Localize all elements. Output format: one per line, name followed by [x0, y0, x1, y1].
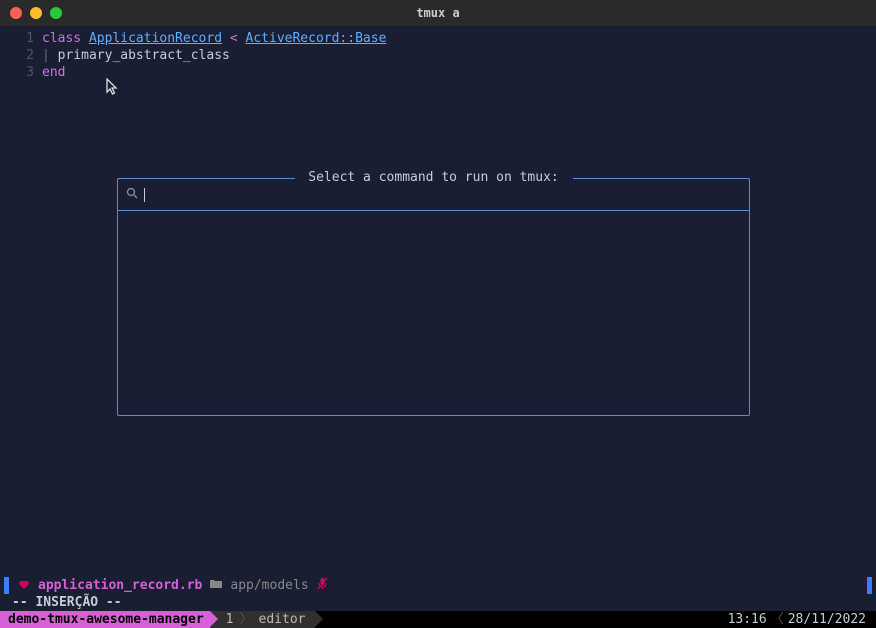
- minimize-window-button[interactable]: [30, 7, 42, 19]
- maximize-window-button[interactable]: [50, 7, 62, 19]
- code-line: 2 | primary_abstract_class: [0, 47, 876, 64]
- search-icon: [126, 187, 138, 203]
- separator-icon: 〉: [240, 611, 253, 628]
- text-cursor: [144, 188, 145, 202]
- separator-icon: 〈: [771, 611, 784, 628]
- line-number: 3: [0, 64, 42, 81]
- command-palette: Select a command to run on tmux:: [117, 178, 750, 416]
- traffic-lights: [10, 7, 62, 19]
- tmux-session-name[interactable]: demo-tmux-awesome-manager: [0, 611, 210, 628]
- status-bar-accent: [867, 577, 872, 594]
- window-index: 1: [226, 611, 234, 628]
- mic-muted-icon: [317, 577, 328, 594]
- titlebar: tmux a: [0, 0, 876, 26]
- folder-icon: [210, 578, 222, 593]
- modal-title: Select a command to run on tmux:: [294, 170, 572, 185]
- tmux-right-status: 13:16 〈 28/11/2022: [728, 611, 876, 628]
- status-bar-accent: [4, 577, 9, 594]
- file-name: application_record.rb: [38, 578, 202, 593]
- ruby-file-icon: [18, 578, 30, 594]
- clock-time: 13:16: [728, 611, 767, 628]
- editor-area[interactable]: 1 class ApplicationRecord < ActiveRecord…: [0, 26, 876, 85]
- command-search-input[interactable]: [151, 187, 741, 202]
- line-number: 2: [0, 47, 42, 64]
- window-name: editor: [259, 611, 306, 628]
- tmux-window-tab[interactable]: 1 〉 editor: [210, 611, 316, 628]
- window-title: tmux a: [416, 6, 459, 20]
- tmux-statusbar: demo-tmux-awesome-manager 1 〉 editor 13:…: [0, 611, 876, 628]
- code-line: 1 class ApplicationRecord < ActiveRecord…: [0, 30, 876, 47]
- editor-statusline: application_record.rb app/models: [0, 577, 876, 594]
- folder-path: app/models: [230, 578, 308, 593]
- close-window-button[interactable]: [10, 7, 22, 19]
- clock-date: 28/11/2022: [788, 611, 866, 628]
- vim-mode-line: -- INSERÇÃO --: [0, 594, 876, 611]
- line-number: 1: [0, 30, 42, 47]
- code-line: 3 end: [0, 64, 876, 81]
